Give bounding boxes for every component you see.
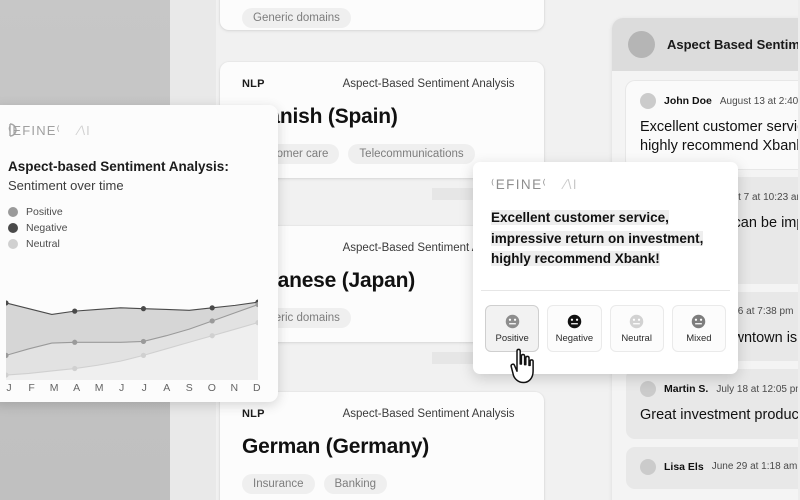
avatar	[628, 31, 655, 58]
dataset-tag[interactable]: Generic domains	[242, 8, 351, 28]
hand-cursor-icon	[508, 347, 538, 390]
dataset-tag[interactable]: Telecommunications	[348, 144, 475, 164]
light-face-icon	[629, 314, 644, 328]
dataset-tags: Generic domains	[242, 8, 522, 28]
review-date: June 29 at 1:18 am	[711, 461, 798, 473]
avatar	[640, 93, 656, 109]
avatar	[640, 458, 656, 475]
legend-dot-icon	[8, 239, 18, 249]
dataset-card-header: NLP Aspect-Based Sentiment Analysis	[242, 78, 522, 90]
dataset-card[interactable]: NLP Aspect-Based Sentiment Analysis Engl…	[220, 0, 544, 30]
svg-text:⁽EFINE⁽: ⁽EFINE⁽	[491, 177, 547, 192]
sentiment-option-neutral[interactable]: Neutral	[609, 304, 664, 352]
filled-face-icon	[567, 314, 582, 328]
sentiment-option-mixed[interactable]: Mixed	[671, 304, 726, 352]
dataset-tag[interactable]: Banking	[323, 474, 388, 494]
sentiment-option-label: Neutral	[621, 332, 652, 344]
review-author: John Doe	[664, 95, 712, 107]
x-tick-label: J	[119, 382, 125, 394]
review-text: Great investment products.	[640, 407, 800, 424]
legend-dot-icon	[8, 223, 18, 233]
svg-text:⁽EFINE⁽: ⁽EFINE⁽	[8, 123, 61, 138]
x-tick-label: M	[49, 382, 59, 394]
svg-text:⁄\I: ⁄\I	[75, 123, 91, 138]
conversation-header: Aspect Based Sentiment Analysis	[612, 18, 800, 71]
legend-label: Positive	[26, 206, 63, 218]
x-tick-label: A	[73, 382, 81, 394]
legend-dot-icon	[8, 207, 18, 217]
x-tick-label: O	[207, 382, 216, 394]
legend-item-negative: Negative	[8, 220, 262, 236]
legend-label: Negative	[26, 222, 68, 234]
sentiment-option-label: Mixed	[686, 332, 712, 344]
app-screenshot: NLP Aspect-Based Sentiment Analysis Engl…	[0, 0, 800, 500]
defined-ai-logo: ⁽EFINE⁽ ⁄\I	[8, 119, 262, 141]
x-tick-label: J	[6, 382, 12, 394]
dataset-category: NLP	[242, 78, 265, 90]
review-author: Lisa Els	[664, 460, 704, 473]
x-tick-label: A	[163, 382, 171, 394]
review-item[interactable]: John Doe August 13 at 2:40pm Excellent c…	[626, 81, 800, 170]
legend-item-neutral: Neutral	[8, 236, 262, 252]
x-tick-label: D	[253, 382, 261, 394]
conversation-title: Aspect Based Sentiment Analysis	[667, 37, 800, 52]
sentiment-option-negative[interactable]: Negative	[547, 304, 602, 352]
dataset-task: Aspect-Based Sentiment Analysis	[342, 78, 515, 90]
legend-label: Neutral	[26, 238, 60, 250]
sample-line: highly recommend Xbank!	[491, 251, 660, 267]
review-meta: Martin S. July 18 at 12:05 pm	[640, 381, 800, 398]
chart-legend: Positive Negative Neutral	[8, 204, 262, 252]
annotation-popup: ⁽EFINE⁽ ⁄\I Excellent customer service, …	[473, 162, 738, 374]
chart-title: Aspect-based Sentiment Analysis:	[8, 159, 229, 174]
chart-subtitle: Sentiment over time	[8, 178, 124, 193]
review-item[interactable]: Lisa Els June 29 at 1:18 am	[626, 446, 800, 489]
dataset-tags: Insurance Banking	[242, 474, 522, 494]
review-date: July 18 at 12:05 pm	[716, 383, 800, 395]
svg-text:⁄\I: ⁄\I	[561, 177, 578, 192]
x-tick-label: N	[230, 382, 239, 394]
dataset-tag[interactable]: Insurance	[242, 474, 315, 494]
dataset-tags: Customer care Telecommunications	[242, 144, 522, 164]
legend-item-positive: Positive	[8, 204, 262, 220]
dataset-title: Spanish (Spain)	[242, 105, 398, 128]
review-meta: Lisa Els June 29 at 1:18 am	[640, 458, 800, 475]
review-date: August 13 at 2:40pm	[719, 95, 800, 107]
avatar	[640, 381, 656, 398]
x-tick-label: M	[94, 382, 104, 394]
review-author: Martin S.	[664, 383, 709, 396]
review-text: Excellent customer service, highly recom…	[640, 119, 800, 154]
sample-line: Excellent customer service,	[491, 210, 669, 225]
sentiment-option-label: Positive	[495, 332, 529, 344]
x-tick-label: F	[28, 382, 35, 394]
x-tick-label: S	[185, 382, 193, 394]
sentiment-option-label: Negative	[555, 332, 594, 344]
defined-ai-logo: ⁽EFINE⁽ ⁄\I	[473, 162, 738, 196]
neutral-face-icon	[505, 314, 519, 328]
mixed-face-icon	[692, 314, 706, 328]
sample-line: impressive return on investment,	[491, 230, 704, 246]
review-meta: John Doe August 13 at 2:40pm	[640, 93, 800, 109]
dataset-category: NLP	[242, 408, 265, 420]
chart-x-axis: JFMAMJJASOND	[2, 382, 264, 394]
sentiment-chart-card: ⁽EFINE⁽ ⁄\I Aspect-based Sentiment Analy…	[0, 105, 278, 402]
x-tick-label: J	[141, 382, 147, 394]
sentiment-area-chart	[6, 298, 258, 380]
review-item[interactable]: Martin S. July 18 at 12:05 pm Great inve…	[626, 369, 800, 439]
dataset-title: German (Germany)	[242, 435, 430, 458]
annotation-sample-text: Excellent customer service, impressive r…	[473, 196, 738, 290]
dataset-card-header: NLP Aspect-Based Sentiment Analysis	[242, 408, 522, 420]
dataset-task: Aspect-Based Sentiment Analysis	[342, 408, 515, 420]
sentiment-option-positive[interactable]: Positive	[485, 304, 540, 352]
dataset-card[interactable]: NLP Aspect-Based Sentiment Analysis Germ…	[220, 392, 544, 500]
